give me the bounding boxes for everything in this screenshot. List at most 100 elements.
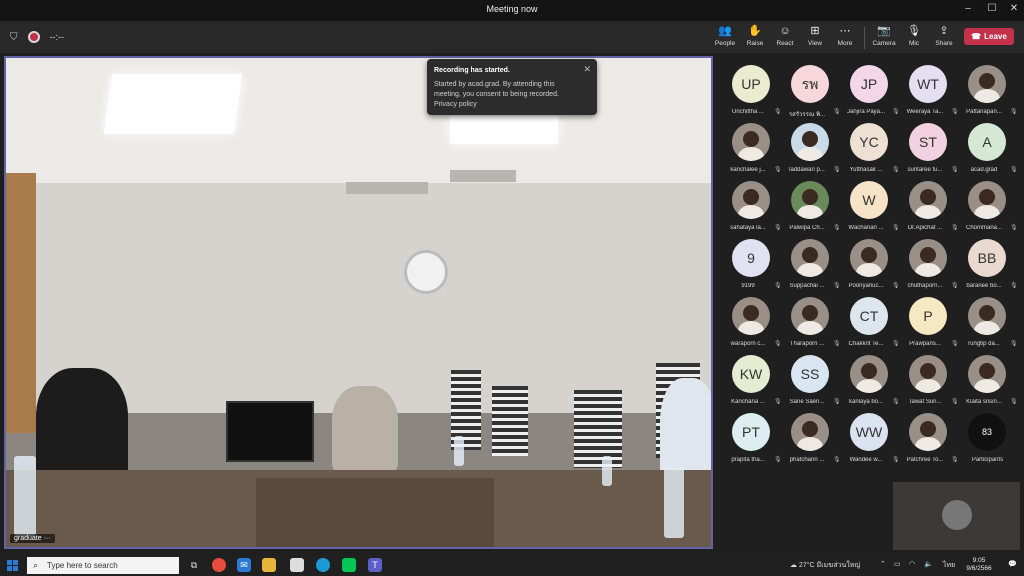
participant-tile[interactable]: UP Unchittha ... 🎙 (722, 63, 782, 121)
participant-tile[interactable]: 9 9199 🎙 (722, 237, 782, 295)
notification-text: Started by acad.grad. By attending this … (434, 81, 559, 98)
minimize-button[interactable]: – (958, 3, 978, 14)
raise-button[interactable]: ✋ Raise (738, 25, 772, 47)
tray-chevron-icon[interactable]: ⌃ (880, 560, 886, 568)
main-video[interactable]: graduate ··· (4, 56, 713, 549)
participant-tile[interactable]: Aacad.grad 🎙 (958, 121, 1018, 179)
muted-mic-icon: 🎙 (1010, 225, 1018, 231)
participant-tile[interactable]: Palwipa Ch... 🎙 (781, 179, 841, 237)
participant-name: Pattanapan... (966, 109, 1002, 115)
network-icon[interactable]: ▭ (894, 560, 901, 568)
participant-name: Palwipa Ch... (789, 225, 825, 231)
privacy-policy-link[interactable]: Privacy policy (434, 101, 477, 108)
people-button[interactable]: 👥 People (708, 25, 742, 47)
participant-tile[interactable]: sahataya la... 🎙 (722, 179, 782, 237)
participant-tile[interactable]: kanchalee j... 🎙 (722, 121, 782, 179)
participant-tile[interactable]: JP Janjira Paya... 🎙 (840, 63, 900, 121)
close-window-button[interactable]: ✕ (1004, 3, 1024, 14)
participant-tile[interactable]: phatcharin ... 🎙 (781, 411, 841, 469)
taskbar-search-input[interactable]: ⌕ Type here to search (27, 557, 179, 574)
participant-tile[interactable]: laddawan p... 🎙 (781, 121, 841, 179)
participant-tile[interactable]: waraporn c... 🎙 (722, 295, 782, 353)
shield-icon[interactable]: ⛉ (10, 32, 18, 43)
participant-tile[interactable]: W Wachanan ... 🎙 (840, 179, 900, 237)
participant-tile[interactable]: Chommana... 🎙 (958, 179, 1018, 237)
participant-tile[interactable]: Klaita srisin... 🎙 (958, 353, 1018, 411)
camera-button[interactable]: 📷 Camera (867, 25, 901, 47)
person-center (332, 386, 398, 472)
water-bottle (454, 436, 464, 466)
participant-tile[interactable]: CT Chakkrit Te... 🎙 (840, 295, 900, 353)
raise-label: Raise (746, 40, 764, 47)
weather-widget[interactable]: ☁ 27°C มีเมฆส่วนใหญ่ (790, 560, 860, 571)
participant-name: Poonyanuc... (848, 283, 884, 289)
participant-name: Janjira Paya... (846, 109, 886, 115)
participant-tile[interactable]: WW Wandee w... 🎙 (840, 411, 900, 469)
participant-initials: KW (732, 355, 770, 393)
participant-tile[interactable]: Patchree To... 🎙 (899, 411, 959, 469)
line-icon[interactable] (342, 558, 356, 572)
participant-tile[interactable]: รพ รสรัวรรณ พิ... 🎙 (781, 63, 841, 121)
react-button[interactable]: ☺ React (768, 25, 802, 47)
notification-body: Started by acad.grad. By attending this … (434, 80, 582, 110)
maximize-button[interactable]: ☐ (982, 3, 1002, 14)
participant-tile[interactable]: Tawat Suri... 🎙 (899, 353, 959, 411)
participant-tile[interactable]: kanlaya bo... 🎙 (840, 353, 900, 411)
participant-tile[interactable]: P Prawpans... 🎙 (899, 295, 959, 353)
video-name-label: graduate (14, 535, 42, 542)
leave-button[interactable]: ☎ Leave (964, 28, 1014, 45)
file-explorer-icon[interactable] (262, 558, 276, 572)
participant-tile[interactable]: Suppachai ... 🎙 (781, 237, 841, 295)
more-button[interactable]: ⋯ More (828, 25, 862, 47)
door (6, 173, 36, 433)
participant-photo (732, 297, 770, 335)
close-icon[interactable]: ✕ (583, 64, 591, 75)
participant-tile[interactable]: Pattanapan... 🎙 (958, 63, 1018, 121)
chrome-icon[interactable] (212, 558, 226, 572)
system-clock[interactable]: 9:05 9/6/2566 (960, 557, 998, 573)
input-language[interactable]: ไทย (943, 560, 955, 571)
meeting-toolbar: ⛉ --:-- 👥 People ✋ Raise ☺ React ⊞ View ⋯ More 📷 Ca… (0, 21, 1024, 53)
task-view-icon[interactable]: ⧉ (187, 558, 201, 572)
search-placeholder: Type here to search (47, 561, 118, 570)
mail-icon[interactable]: ✉ (237, 558, 251, 572)
search-icon: ⌕ (33, 560, 39, 570)
recording-icon (27, 31, 40, 43)
ceiling-light (103, 74, 243, 134)
participant-tile[interactable]: Dr.Apichat ... 🎙 (899, 179, 959, 237)
participant-tile[interactable]: BB baranee bo... 🎙 (958, 237, 1018, 295)
participant-tile[interactable]: rungtip da... 🎙 (958, 295, 1018, 353)
edge-icon[interactable] (316, 558, 330, 572)
windows-start-icon[interactable] (7, 560, 18, 571)
wifi-icon[interactable]: ◠ (909, 560, 915, 568)
view-button[interactable]: ⊞ View (798, 25, 832, 47)
participant-name: Sane Saen... (789, 399, 825, 405)
participant-tile[interactable]: YC Yutthasak ... 🎙 (840, 121, 900, 179)
participant-name: Chakkrit Te... (848, 341, 884, 347)
video-more-icon[interactable]: ··· (44, 535, 51, 542)
notifications-icon[interactable]: 💬 (1008, 560, 1017, 568)
mic-button[interactable]: 🎙 Mic (897, 25, 931, 47)
participant-tile[interactable]: Poonyanuc... 🎙 (840, 237, 900, 295)
participant-tile[interactable]: SS Sane Saen... 🎙 (781, 353, 841, 411)
more-participants-tile[interactable]: 83 Participants (958, 411, 1017, 469)
view-label: View (808, 40, 822, 47)
participant-tile[interactable]: ST suntaree tu... 🎙 (899, 121, 959, 179)
participant-tile[interactable]: PT prapita tha... 🎙 (722, 411, 782, 469)
self-view[interactable] (893, 482, 1020, 550)
participant-name: prapita tha... (731, 457, 765, 463)
share-icon: ⇪ (939, 25, 949, 37)
participant-name: acad.grad (970, 167, 998, 173)
participant-tile[interactable]: Tharaporn ... 🎙 (781, 295, 841, 353)
participant-name: kanchalee j... (730, 167, 766, 173)
participant-tile[interactable]: chuthaporn... 🎙 (899, 237, 959, 295)
participant-tile[interactable]: KW Kanchana ... 🎙 (722, 353, 782, 411)
teams-icon[interactable]: T (368, 558, 382, 572)
volume-icon[interactable]: 🔈 (924, 560, 933, 568)
participant-name: Wachanan ... (848, 225, 884, 231)
air-vent (346, 182, 428, 194)
store-icon[interactable] (290, 558, 304, 572)
share-button[interactable]: ⇪ Share (927, 25, 961, 47)
mic-label: Mic (908, 40, 920, 47)
participant-tile[interactable]: WT Weeraya Ta... 🎙 (899, 63, 959, 121)
